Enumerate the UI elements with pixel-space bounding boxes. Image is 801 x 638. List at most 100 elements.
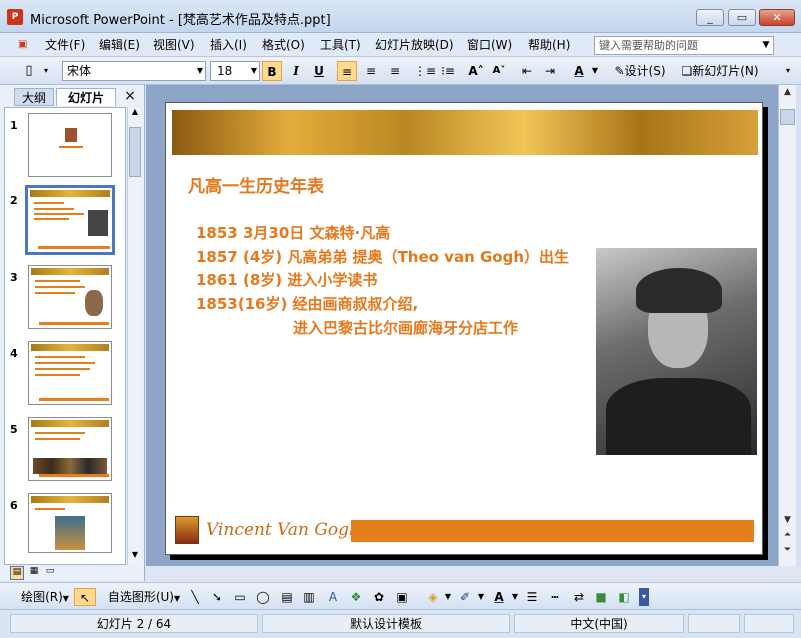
fill-color-icon[interactable]: ◈: [424, 588, 442, 606]
numbered-list-icon[interactable]: ⋮≡: [414, 61, 436, 81]
toolbar-overflow-icon[interactable]: ▾: [639, 588, 649, 606]
font-size-value: 18: [217, 64, 233, 78]
scroll-thumb[interactable]: [780, 109, 795, 125]
menu-tools[interactable]: 工具(T): [320, 36, 361, 54]
slide-sorter-icon[interactable]: ▦: [27, 566, 41, 580]
powerpoint-app-icon[interactable]: P: [7, 9, 23, 25]
new-document-icon[interactable]: ▯: [20, 61, 38, 81]
toolbar-options-icon[interactable]: ▾: [40, 61, 52, 81]
diagram-icon[interactable]: ❖: [347, 588, 365, 606]
picture-icon[interactable]: ▣: [393, 588, 411, 606]
scroll-down-icon[interactable]: ▼: [129, 550, 141, 564]
tab-slides[interactable]: 幻灯片: [56, 88, 116, 106]
draw-menu-button[interactable]: 绘图(R)▼: [18, 588, 72, 606]
menu-window[interactable]: 窗口(W): [467, 36, 512, 54]
window-title: Microsoft PowerPoint - [梵高艺术作品及特点.ppt]: [30, 13, 331, 28]
font-color-icon[interactable]: A: [570, 61, 588, 81]
previous-slide-icon[interactable]: ⏶: [779, 528, 796, 543]
timeline-line-3[interactable]: 1861 (8岁) 进入小学读书: [196, 269, 377, 290]
font-color-icon[interactable]: A: [490, 588, 508, 606]
panel-close-icon[interactable]: ×: [122, 88, 138, 104]
autoshapes-button[interactable]: 自选图形(U)▼: [104, 588, 184, 606]
menu-help[interactable]: 帮助(H): [528, 36, 570, 54]
slide-title[interactable]: 凡高一生历史年表: [188, 172, 324, 197]
menu-bar: ▣ 文件(F) 编辑(E) 视图(V) 插入(I) 格式(O) 工具(T) 幻灯…: [0, 33, 801, 57]
slide-thumbnail-5[interactable]: [28, 417, 112, 481]
normal-view-icon[interactable]: ▤: [10, 566, 24, 580]
align-left-icon[interactable]: ≡: [337, 61, 357, 81]
slide-scrollbar[interactable]: ▲ ▼ ⏶ ⏷: [778, 85, 796, 566]
help-dropdown-icon[interactable]: ▼: [759, 37, 773, 54]
slideshow-icon[interactable]: ▭: [43, 566, 57, 580]
template-status: 默认设计模板: [262, 614, 510, 633]
document-icon[interactable]: ▣: [18, 36, 32, 54]
increase-indent-icon[interactable]: ⇥: [540, 61, 560, 81]
slide-number: 2: [10, 194, 18, 207]
menu-view[interactable]: 视图(V): [153, 36, 195, 54]
thumbnail-paintings: [33, 458, 107, 474]
design-button[interactable]: ✎设计(S): [610, 61, 670, 81]
thumbnail-portrait: [65, 128, 77, 142]
underline-button[interactable]: U: [309, 61, 329, 81]
vertical-textbox-icon[interactable]: ▥: [300, 588, 318, 606]
line-style-icon[interactable]: ☰: [523, 588, 541, 606]
chevron-down-icon[interactable]: ▼: [476, 588, 486, 606]
timeline-line-2[interactable]: 1857 (4岁) 凡高弟弟 提奥（Theo van Gogh）出生: [196, 246, 569, 267]
title-bar: P Microsoft PowerPoint - [梵高艺术作品及特点.ppt]…: [0, 0, 801, 33]
shadow-style-icon[interactable]: ■: [592, 588, 610, 606]
minimize-button[interactable]: _: [696, 9, 724, 26]
line-icon[interactable]: ╲: [186, 588, 204, 606]
menu-slideshow[interactable]: 幻灯片放映(D): [375, 36, 454, 54]
line-color-icon[interactable]: ✐: [456, 588, 474, 606]
chevron-down-icon[interactable]: ▼: [510, 588, 520, 606]
slide-thumbnail-2-selected[interactable]: [25, 185, 115, 255]
slide-number: 5: [10, 423, 18, 436]
rectangle-icon[interactable]: ▭: [231, 588, 249, 606]
align-right-icon[interactable]: ≡: [385, 61, 405, 81]
decrease-indent-icon[interactable]: ⇤: [517, 61, 537, 81]
wordart-icon[interactable]: A: [324, 588, 342, 606]
select-pointer-icon[interactable]: ↖: [74, 588, 96, 606]
restore-button[interactable]: ▭: [728, 9, 756, 26]
menu-edit[interactable]: 编辑(E): [99, 36, 140, 54]
van-gogh-portrait-photo[interactable]: [596, 248, 757, 455]
thumbnails-scrollbar[interactable]: ▲ ▼: [127, 107, 141, 565]
timeline-line-5[interactable]: 进入巴黎古比尔画廊海牙分店工作: [293, 317, 518, 338]
scroll-up-icon[interactable]: ▲: [779, 85, 796, 100]
menu-insert[interactable]: 插入(I): [210, 36, 247, 54]
menu-format[interactable]: 格式(O): [262, 36, 305, 54]
next-slide-icon[interactable]: ⏷: [779, 543, 796, 558]
bold-button[interactable]: B: [262, 61, 282, 81]
increase-font-icon[interactable]: A˄: [466, 61, 486, 81]
decrease-font-icon[interactable]: A˅: [489, 61, 509, 81]
align-center-icon[interactable]: ≡: [361, 61, 381, 81]
arrow-icon[interactable]: ➘: [208, 588, 226, 606]
chevron-down-icon[interactable]: ▼: [443, 588, 453, 606]
timeline-line-1[interactable]: 1853 3月30日 文森特·凡高: [196, 222, 390, 243]
clipart-icon[interactable]: ✿: [370, 588, 388, 606]
timeline-line-4[interactable]: 1853(16岁) 经由画商叔叔介绍,: [196, 293, 418, 314]
close-button[interactable]: ✕: [759, 9, 795, 26]
dash-style-icon[interactable]: ┅: [546, 588, 564, 606]
scroll-up-icon[interactable]: ▲: [129, 107, 141, 121]
slide-thumbnail-4[interactable]: [28, 341, 112, 405]
arrow-style-icon[interactable]: ⇄: [570, 588, 588, 606]
slide-thumbnail-1[interactable]: [28, 113, 112, 177]
toolbar-overflow-icon[interactable]: ▾: [782, 61, 794, 81]
slide-thumbnail-6[interactable]: [28, 493, 112, 553]
scroll-thumb[interactable]: [129, 127, 141, 177]
menu-file[interactable]: 文件(F): [45, 36, 85, 54]
italic-button[interactable]: I: [286, 61, 306, 81]
new-slide-button[interactable]: ❏新幻灯片(N): [676, 61, 764, 81]
help-search-input[interactable]: 键入需要帮助的问题: [594, 36, 774, 55]
font-size-select[interactable]: 18 ▼: [210, 61, 260, 81]
tab-outline[interactable]: 大纲: [14, 88, 54, 106]
bullet-list-icon[interactable]: ⁝≡: [438, 61, 458, 81]
oval-icon[interactable]: ◯: [254, 588, 272, 606]
scroll-down-icon[interactable]: ▼: [779, 513, 796, 528]
font-name-select[interactable]: 宋体 ▼: [62, 61, 206, 81]
textbox-icon[interactable]: ▤: [278, 588, 296, 606]
chevron-down-icon[interactable]: ▼: [590, 61, 600, 81]
3d-style-icon[interactable]: ◧: [615, 588, 633, 606]
slide-thumbnail-3[interactable]: [28, 265, 112, 329]
